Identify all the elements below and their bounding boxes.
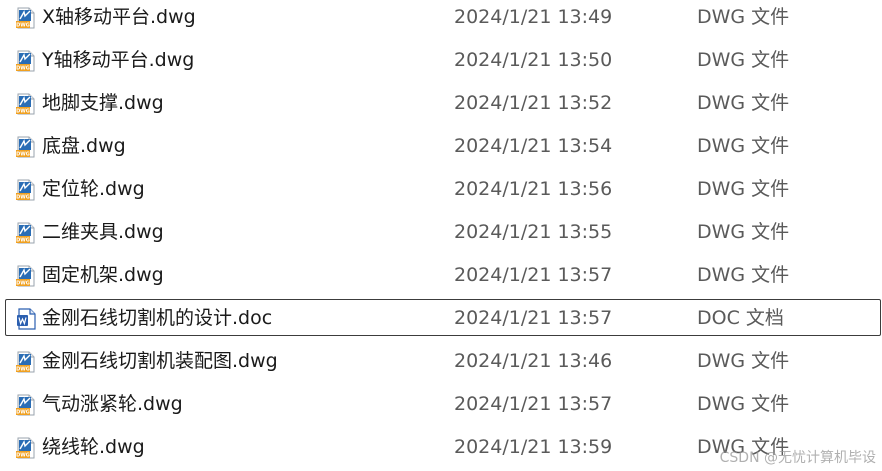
svg-text:DWG: DWG xyxy=(16,238,30,244)
svg-text:DWG: DWG xyxy=(16,66,30,72)
file-name: 固定机架.dwg xyxy=(42,264,164,286)
file-type: DWG 文件 xyxy=(697,221,790,243)
svg-text:DWG: DWG xyxy=(16,453,30,459)
file-row-focused[interactable]: 金刚石线切割机的设计.doc 2024/1/21 13:57 DOC 文档 xyxy=(5,299,881,336)
dwg-icon: DWG xyxy=(15,136,37,158)
file-list: DWG X轴移动平台.dwg 2024/1/21 13:49 DWG 文件 DW… xyxy=(0,0,882,471)
file-modified-date: 2024/1/21 13:49 xyxy=(454,6,613,28)
file-row[interactable]: DWG 固定机架.dwg 2024/1/21 13:57 DWG 文件 xyxy=(5,256,881,293)
file-name: 二维夹具.dwg xyxy=(42,221,164,243)
file-name: 地脚支撑.dwg xyxy=(42,92,164,114)
file-modified-date: 2024/1/21 13:54 xyxy=(454,135,613,157)
dwg-icon: DWG xyxy=(15,179,37,201)
file-type: DOC 文档 xyxy=(697,307,784,329)
file-name: Y轴移动平台.dwg xyxy=(42,49,195,71)
svg-text:DWG: DWG xyxy=(16,152,30,158)
watermark: CSDN @无忧计算机毕设 xyxy=(719,450,876,466)
file-type: DWG 文件 xyxy=(697,49,790,71)
dwg-icon: DWG xyxy=(15,222,37,244)
dwg-icon: DWG xyxy=(15,437,37,459)
file-name: X轴移动平台.dwg xyxy=(42,6,196,28)
file-modified-date: 2024/1/21 13:55 xyxy=(454,221,613,243)
file-modified-date: 2024/1/21 13:46 xyxy=(454,350,613,372)
file-type: DWG 文件 xyxy=(697,393,790,415)
file-type: DWG 文件 xyxy=(697,264,790,286)
file-modified-date: 2024/1/21 13:56 xyxy=(454,178,613,200)
file-modified-date: 2024/1/21 13:59 xyxy=(454,436,613,458)
dwg-icon: DWG xyxy=(15,50,37,72)
file-row[interactable]: DWG 金刚石线切割机装配图.dwg 2024/1/21 13:46 DWG 文… xyxy=(5,342,881,379)
file-type: DWG 文件 xyxy=(697,178,790,200)
file-row[interactable]: DWG 地脚支撑.dwg 2024/1/21 13:52 DWG 文件 xyxy=(5,84,881,121)
file-type: DWG 文件 xyxy=(697,6,790,28)
dwg-icon: DWG xyxy=(15,93,37,115)
file-name: 定位轮.dwg xyxy=(42,178,145,200)
file-row[interactable]: DWG 底盘.dwg 2024/1/21 13:54 DWG 文件 xyxy=(5,127,881,164)
file-modified-date: 2024/1/21 13:50 xyxy=(454,49,613,71)
svg-text:DWG: DWG xyxy=(16,109,30,115)
word-doc-icon xyxy=(15,308,37,330)
file-modified-date: 2024/1/21 13:57 xyxy=(454,264,613,286)
svg-text:DWG: DWG xyxy=(16,281,30,287)
dwg-icon: DWG xyxy=(15,351,37,373)
file-type: DWG 文件 xyxy=(697,135,790,157)
dwg-icon: DWG xyxy=(15,265,37,287)
file-type: DWG 文件 xyxy=(697,350,790,372)
svg-text:DWG: DWG xyxy=(16,23,30,29)
svg-text:DWG: DWG xyxy=(16,410,30,416)
file-modified-date: 2024/1/21 13:57 xyxy=(454,307,613,329)
file-modified-date: 2024/1/21 13:57 xyxy=(454,393,613,415)
file-row[interactable]: DWG X轴移动平台.dwg 2024/1/21 13:49 DWG 文件 xyxy=(5,0,881,35)
file-row[interactable]: DWG 二维夹具.dwg 2024/1/21 13:55 DWG 文件 xyxy=(5,213,881,250)
svg-text:DWG: DWG xyxy=(16,367,30,373)
file-type: DWG 文件 xyxy=(697,92,790,114)
file-row[interactable]: DWG 定位轮.dwg 2024/1/21 13:56 DWG 文件 xyxy=(5,170,881,207)
svg-text:DWG: DWG xyxy=(16,195,30,201)
file-modified-date: 2024/1/21 13:52 xyxy=(454,92,613,114)
file-name: 气动涨紧轮.dwg xyxy=(42,393,183,415)
file-name: 绕线轮.dwg xyxy=(42,436,145,458)
file-row[interactable]: DWG 气动涨紧轮.dwg 2024/1/21 13:57 DWG 文件 xyxy=(5,385,881,422)
file-row[interactable]: DWG Y轴移动平台.dwg 2024/1/21 13:50 DWG 文件 xyxy=(5,41,881,78)
file-name: 金刚石线切割机的设计.doc xyxy=(42,307,273,329)
file-name: 金刚石线切割机装配图.dwg xyxy=(42,350,278,372)
file-name: 底盘.dwg xyxy=(42,135,126,157)
dwg-icon: DWG xyxy=(15,7,37,29)
dwg-icon: DWG xyxy=(15,394,37,416)
